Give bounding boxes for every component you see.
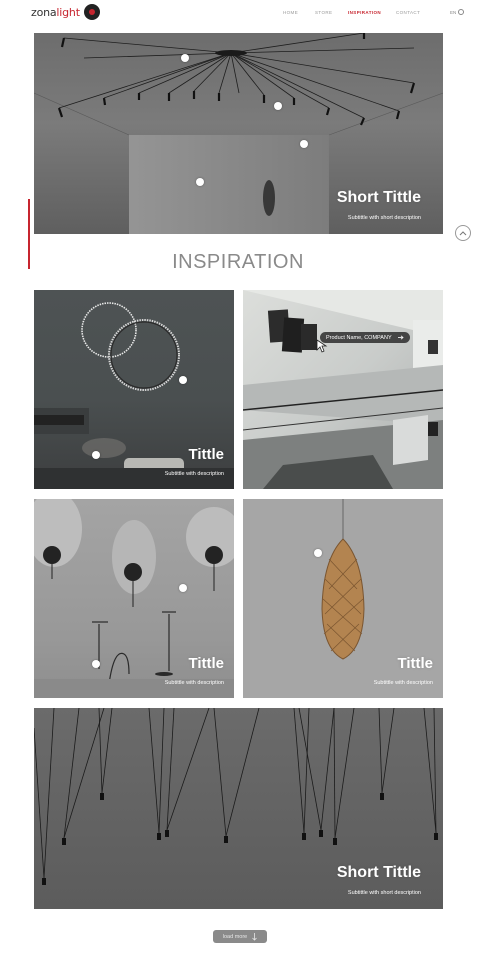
hotspot[interactable] bbox=[92, 660, 100, 668]
language-switcher[interactable]: EN bbox=[450, 9, 465, 15]
inspiration-card[interactable]: Tittle Subtittle with description bbox=[34, 499, 234, 698]
product-tag-label: Product Name, COMPANY bbox=[326, 334, 392, 341]
nav-inspiration[interactable]: INSPIRATION bbox=[348, 10, 381, 15]
card-subtitle: Subtittle with description bbox=[164, 680, 224, 686]
hotspot[interactable] bbox=[196, 178, 204, 186]
inspiration-card[interactable]: Product Name, COMPANY bbox=[243, 290, 443, 489]
card-subtitle: Subtittle with description bbox=[373, 680, 433, 686]
nav-contact[interactable]: CONTACT bbox=[396, 10, 420, 15]
hotspot[interactable] bbox=[314, 549, 322, 557]
hotspot[interactable] bbox=[179, 376, 187, 384]
cursor-icon bbox=[316, 339, 328, 353]
arrow-down-icon bbox=[252, 932, 258, 941]
hero-card[interactable]: Short Tittle Subtittle with short descri… bbox=[34, 33, 443, 234]
nav-store[interactable]: STORE bbox=[315, 10, 332, 15]
inspiration-card[interactable]: Tittle Subtittle with description bbox=[243, 499, 443, 698]
hotspot[interactable] bbox=[274, 102, 282, 110]
card-subtitle: Subtittle with description bbox=[164, 471, 224, 477]
hero-subtitle: Subtittle with short description bbox=[347, 215, 421, 221]
site-header: zonalight HOME STORE INSPIRATION CONTACT… bbox=[0, 0, 480, 26]
wide-card-title: Short Tittle bbox=[336, 864, 421, 881]
card-title: Tittle bbox=[188, 446, 224, 463]
hotspot[interactable] bbox=[181, 54, 189, 62]
load-more-button[interactable]: load more bbox=[213, 930, 267, 943]
hero-title: Short Tittle bbox=[336, 189, 421, 206]
card-illustration bbox=[243, 290, 443, 489]
language-label: EN bbox=[450, 9, 457, 15]
section-title: INSPIRATION bbox=[172, 251, 304, 273]
wide-card-subtitle: Subtittle with short description bbox=[347, 890, 421, 896]
nav-home[interactable]: HOME bbox=[283, 10, 298, 15]
load-more-label: load more bbox=[222, 933, 248, 940]
card-title: Tittle bbox=[188, 655, 224, 672]
inspiration-card[interactable]: Tittle Subtittle with description bbox=[34, 290, 234, 489]
hotspot[interactable] bbox=[179, 584, 187, 592]
card-title: Tittle bbox=[397, 655, 433, 672]
chevron-up-icon bbox=[459, 231, 467, 236]
main-nav: HOME STORE INSPIRATION CONTACT bbox=[0, 10, 480, 18]
globe-icon bbox=[458, 9, 465, 15]
hotspot[interactable] bbox=[92, 451, 100, 459]
scroll-top-button[interactable] bbox=[455, 225, 471, 241]
arrow-right-icon bbox=[397, 335, 404, 340]
wide-card[interactable]: Short Tittle Subtittle with short descri… bbox=[34, 708, 443, 909]
product-tag[interactable]: Product Name, COMPANY bbox=[320, 332, 410, 343]
hotspot[interactable] bbox=[300, 140, 308, 148]
